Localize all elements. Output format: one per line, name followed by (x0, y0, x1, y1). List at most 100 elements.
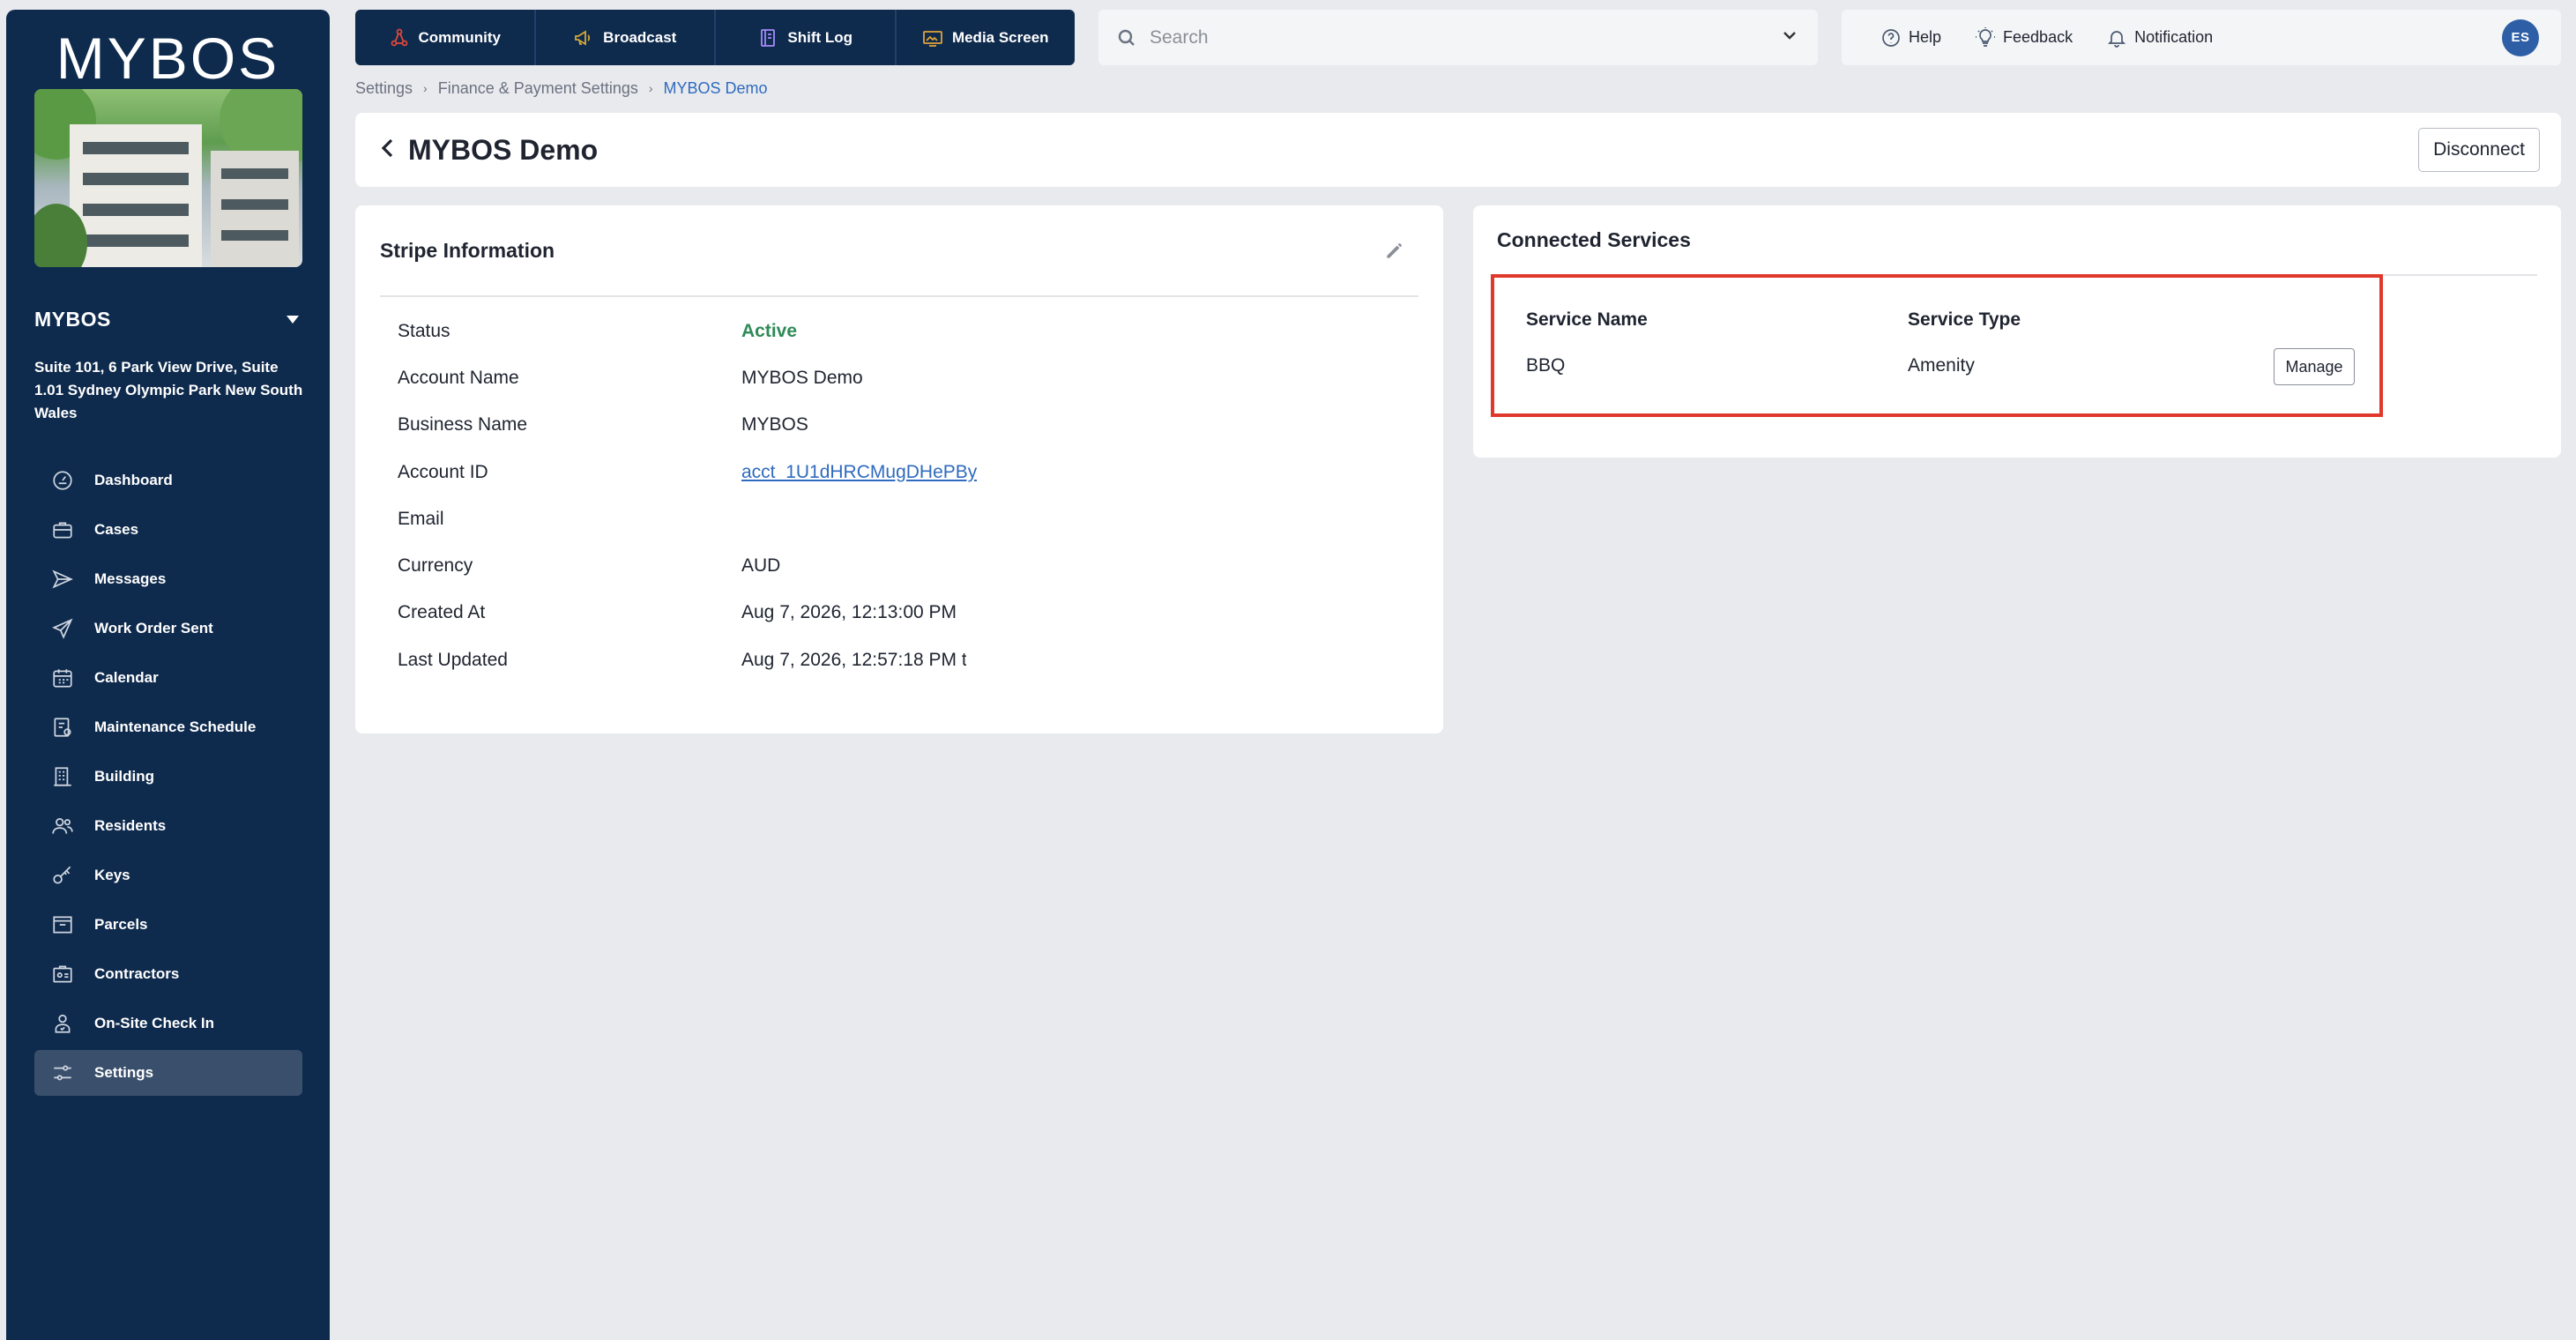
breadcrumb: Settings › Finance & Payment Settings › … (355, 78, 768, 99)
info-value: MYBOS Demo (741, 367, 863, 388)
sidebar-item-building[interactable]: Building (34, 754, 302, 800)
sidebar-item-label: Contractors (94, 965, 180, 982)
help-button[interactable]: Help (1880, 27, 1941, 48)
search-input[interactable] (1150, 26, 1779, 48)
info-key: Created At (398, 602, 486, 623)
breadcrumb-settings[interactable]: Settings (355, 79, 413, 98)
column-header-service-type: Service Type (1908, 309, 2021, 330)
info-value: AUD (741, 555, 781, 577)
quick-nav-label: Shift Log (787, 28, 853, 46)
quick-nav-media-screen[interactable]: Media Screen (897, 10, 1076, 65)
notebook-icon (761, 28, 776, 47)
utility-bar: Help Feedback Notification ES (1842, 10, 2561, 65)
sidebar-item-label: Cases (94, 521, 139, 538)
key-icon (50, 863, 75, 888)
account-id-link[interactable]: acct_1U1dHRCMugDHePBy (741, 462, 977, 483)
sidebar-item-calendar[interactable]: Calendar (34, 655, 302, 701)
disconnect-button[interactable]: Disconnect (2418, 128, 2540, 172)
sidebar-item-label: Keys (94, 867, 130, 883)
megaphone-icon (575, 29, 591, 46)
screen-icon (923, 30, 942, 47)
quick-nav-label: Community (418, 28, 502, 46)
sidebar-item-label: Messages (94, 570, 167, 587)
feedback-button[interactable]: Feedback (1975, 26, 2073, 48)
breadcrumb-current: MYBOS Demo (663, 78, 768, 97)
chevron-right-icon: › (423, 81, 428, 95)
quick-nav-community[interactable]: Community (355, 10, 536, 65)
bell-icon (2108, 30, 2126, 48)
sidebar-item-label: On-Site Check In (94, 1015, 215, 1031)
quick-nav-shift-log[interactable]: Shift Log (716, 10, 897, 65)
info-value: Aug 7, 2026, 12:57:18 PM t (741, 649, 966, 670)
info-key: Business Name (398, 414, 528, 436)
info-row-created-at: Created At Aug 7, 2026, 12:13:00 PM (398, 590, 1411, 636)
check-in-icon (50, 1011, 75, 1036)
sidebar-item-work-order-sent[interactable]: Work Order Sent (34, 606, 302, 651)
sidebar-item-on-site-check-in[interactable]: On-Site Check In (34, 1001, 302, 1046)
manage-button[interactable]: Manage (2274, 348, 2355, 385)
sidebar-item-label: Settings (94, 1064, 154, 1081)
sidebar-item-label: Building (94, 768, 154, 785)
info-row-last-updated: Last Updated Aug 7, 2026, 12:57:18 PM t (398, 636, 1411, 683)
services-table: Service Name Service Type BBQ Amenity Ma… (1491, 274, 2383, 417)
avatar[interactable]: ES (2502, 19, 2539, 56)
sidebar-item-residents[interactable]: Residents (34, 803, 302, 849)
mybos-logo[interactable]: MYBOS (6, 27, 330, 89)
parcel-icon (50, 912, 75, 937)
info-value: Aug 7, 2026, 12:13:00 PM (741, 602, 957, 623)
quick-nav: Community Broadcast Shift Log Media Scre… (355, 10, 1075, 65)
site-address: Suite 101, 6 Park View Drive, Suite 1.01… (34, 359, 303, 421)
stripe-card-title: Stripe Information (380, 239, 555, 262)
sidebar-item-label: Dashboard (94, 472, 173, 488)
sidebar-item-keys[interactable]: Keys (34, 852, 302, 898)
info-value: MYBOS (741, 414, 808, 436)
notification-button[interactable]: Notification (2106, 27, 2213, 48)
info-key: Account ID (398, 461, 488, 482)
sidebar-item-contractors[interactable]: Contractors (34, 951, 302, 997)
sidebar-item-messages[interactable]: Messages (34, 556, 302, 602)
dashboard-icon (50, 468, 75, 493)
search-icon (1118, 29, 1135, 46)
maintenance-icon (50, 715, 75, 740)
sidebar-item-label: Residents (94, 817, 167, 834)
stripe-information-card: Stripe Information Status Active Account… (355, 205, 1443, 733)
sidebar-item-parcels[interactable]: Parcels (34, 902, 302, 948)
page-header: MYBOS Demo Disconnect (355, 113, 2561, 187)
chevron-right-icon: › (648, 81, 653, 95)
building-photo (34, 89, 302, 267)
quick-nav-broadcast[interactable]: Broadcast (536, 10, 716, 65)
quick-nav-label: Broadcast (603, 28, 677, 46)
contractor-icon (50, 962, 75, 986)
breadcrumb-finance-payment-settings[interactable]: Finance & Payment Settings (438, 79, 638, 98)
help-icon (1882, 28, 1900, 47)
info-row-status: Status Active (398, 308, 1411, 354)
sidebar-item-label: Calendar (94, 669, 159, 686)
back-arrow-icon[interactable] (378, 137, 398, 164)
sidebar-item-label: Work Order Sent (94, 620, 213, 636)
quick-nav-label: Media Screen (951, 28, 1049, 46)
lightbulb-icon (1976, 26, 1996, 47)
sidebar-nav: Dashboard Cases Messages Work Order Sent… (34, 458, 302, 1099)
site-selector[interactable]: MYBOS (34, 308, 302, 331)
sidebar-item-maintenance-schedule[interactable]: Maintenance Schedule (34, 704, 302, 750)
chevron-down-icon[interactable] (1779, 25, 1800, 50)
briefcase-icon (50, 517, 75, 542)
sidebar-item-label: Parcels (94, 916, 148, 933)
info-row-account-id: Account ID acct_1U1dHRCMugDHePBy (398, 449, 1411, 495)
info-row-account-name: Account Name MYBOS Demo (398, 354, 1411, 401)
paper-plane-icon (50, 616, 75, 641)
sidebar-item-dashboard[interactable]: Dashboard (34, 458, 302, 503)
pencil-icon[interactable] (1383, 239, 1406, 266)
notification-label: Notification (2134, 28, 2214, 46)
info-key: Currency (398, 555, 473, 577)
site-name: MYBOS (34, 308, 111, 331)
settings-icon (50, 1061, 75, 1085)
status-badge: Active (741, 320, 798, 341)
services-card-title: Connected Services (1497, 228, 1691, 251)
sidebar-item-cases[interactable]: Cases (34, 507, 302, 553)
sidebar-item-settings[interactable]: Settings (34, 1050, 302, 1096)
info-row-business-name: Business Name MYBOS (398, 402, 1411, 449)
info-row-currency: Currency AUD (398, 542, 1411, 589)
service-type-cell: Amenity (1908, 355, 1975, 376)
help-label: Help (1909, 28, 1942, 46)
